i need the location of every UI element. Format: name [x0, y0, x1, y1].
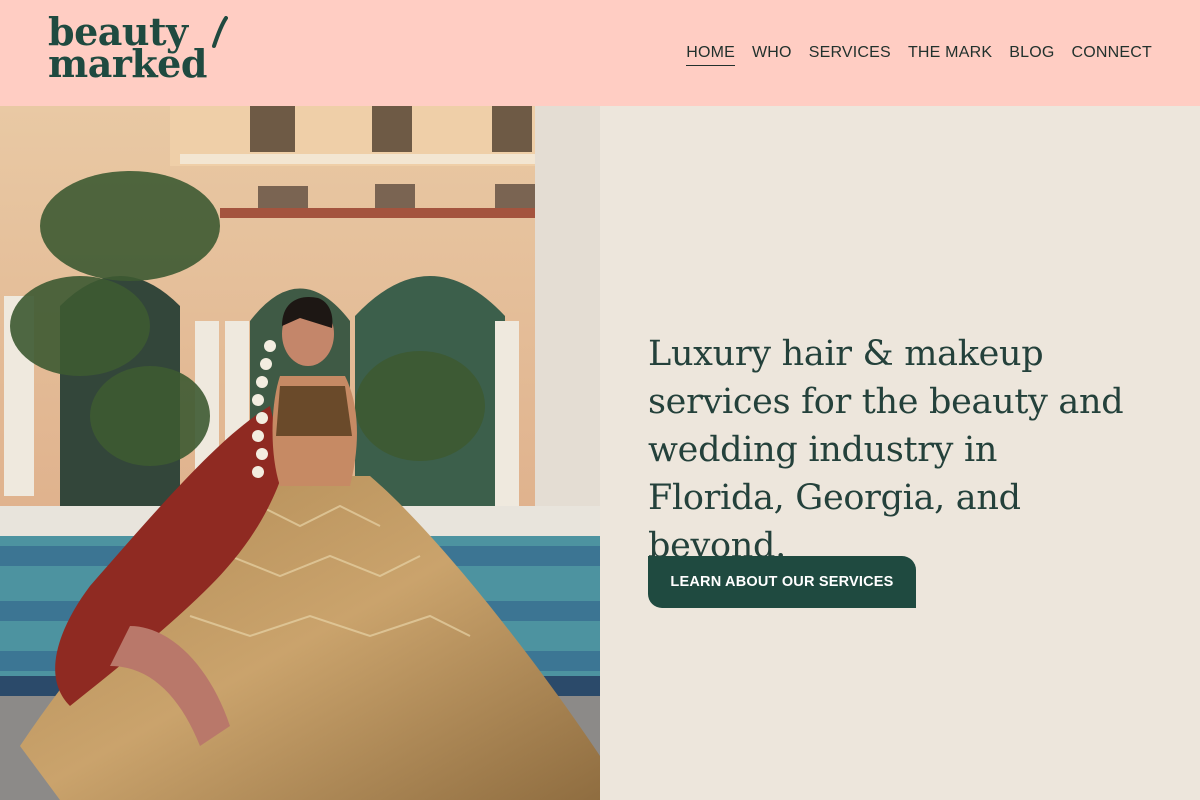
nav-services[interactable]: SERVICES — [809, 44, 891, 66]
nav-connect[interactable]: CONNECT — [1071, 44, 1152, 66]
nav-who[interactable]: WHO — [752, 44, 792, 66]
hero-photo — [0, 106, 600, 800]
hero-content: Luxury hair & makeup services for the be… — [600, 106, 1200, 800]
logo-swoosh-icon — [212, 16, 228, 48]
nav-blog[interactable]: BLOG — [1009, 44, 1054, 66]
nav-the-mark[interactable]: THE MARK — [908, 44, 992, 66]
hero-headline: Luxury hair & makeup services for the be… — [648, 334, 1124, 566]
site-header: beauty marked HOME WHO SERVICES THE MARK… — [0, 0, 1200, 106]
brand-logo[interactable]: beauty marked — [48, 13, 228, 86]
nav-home[interactable]: HOME — [686, 44, 735, 66]
main-nav: HOME WHO SERVICES THE MARK BLOG CONNECT — [686, 44, 1152, 66]
learn-about-services-button[interactable]: LEARN ABOUT OUR SERVICES — [648, 556, 916, 608]
brand-logo-line-2: marked — [48, 41, 207, 86]
